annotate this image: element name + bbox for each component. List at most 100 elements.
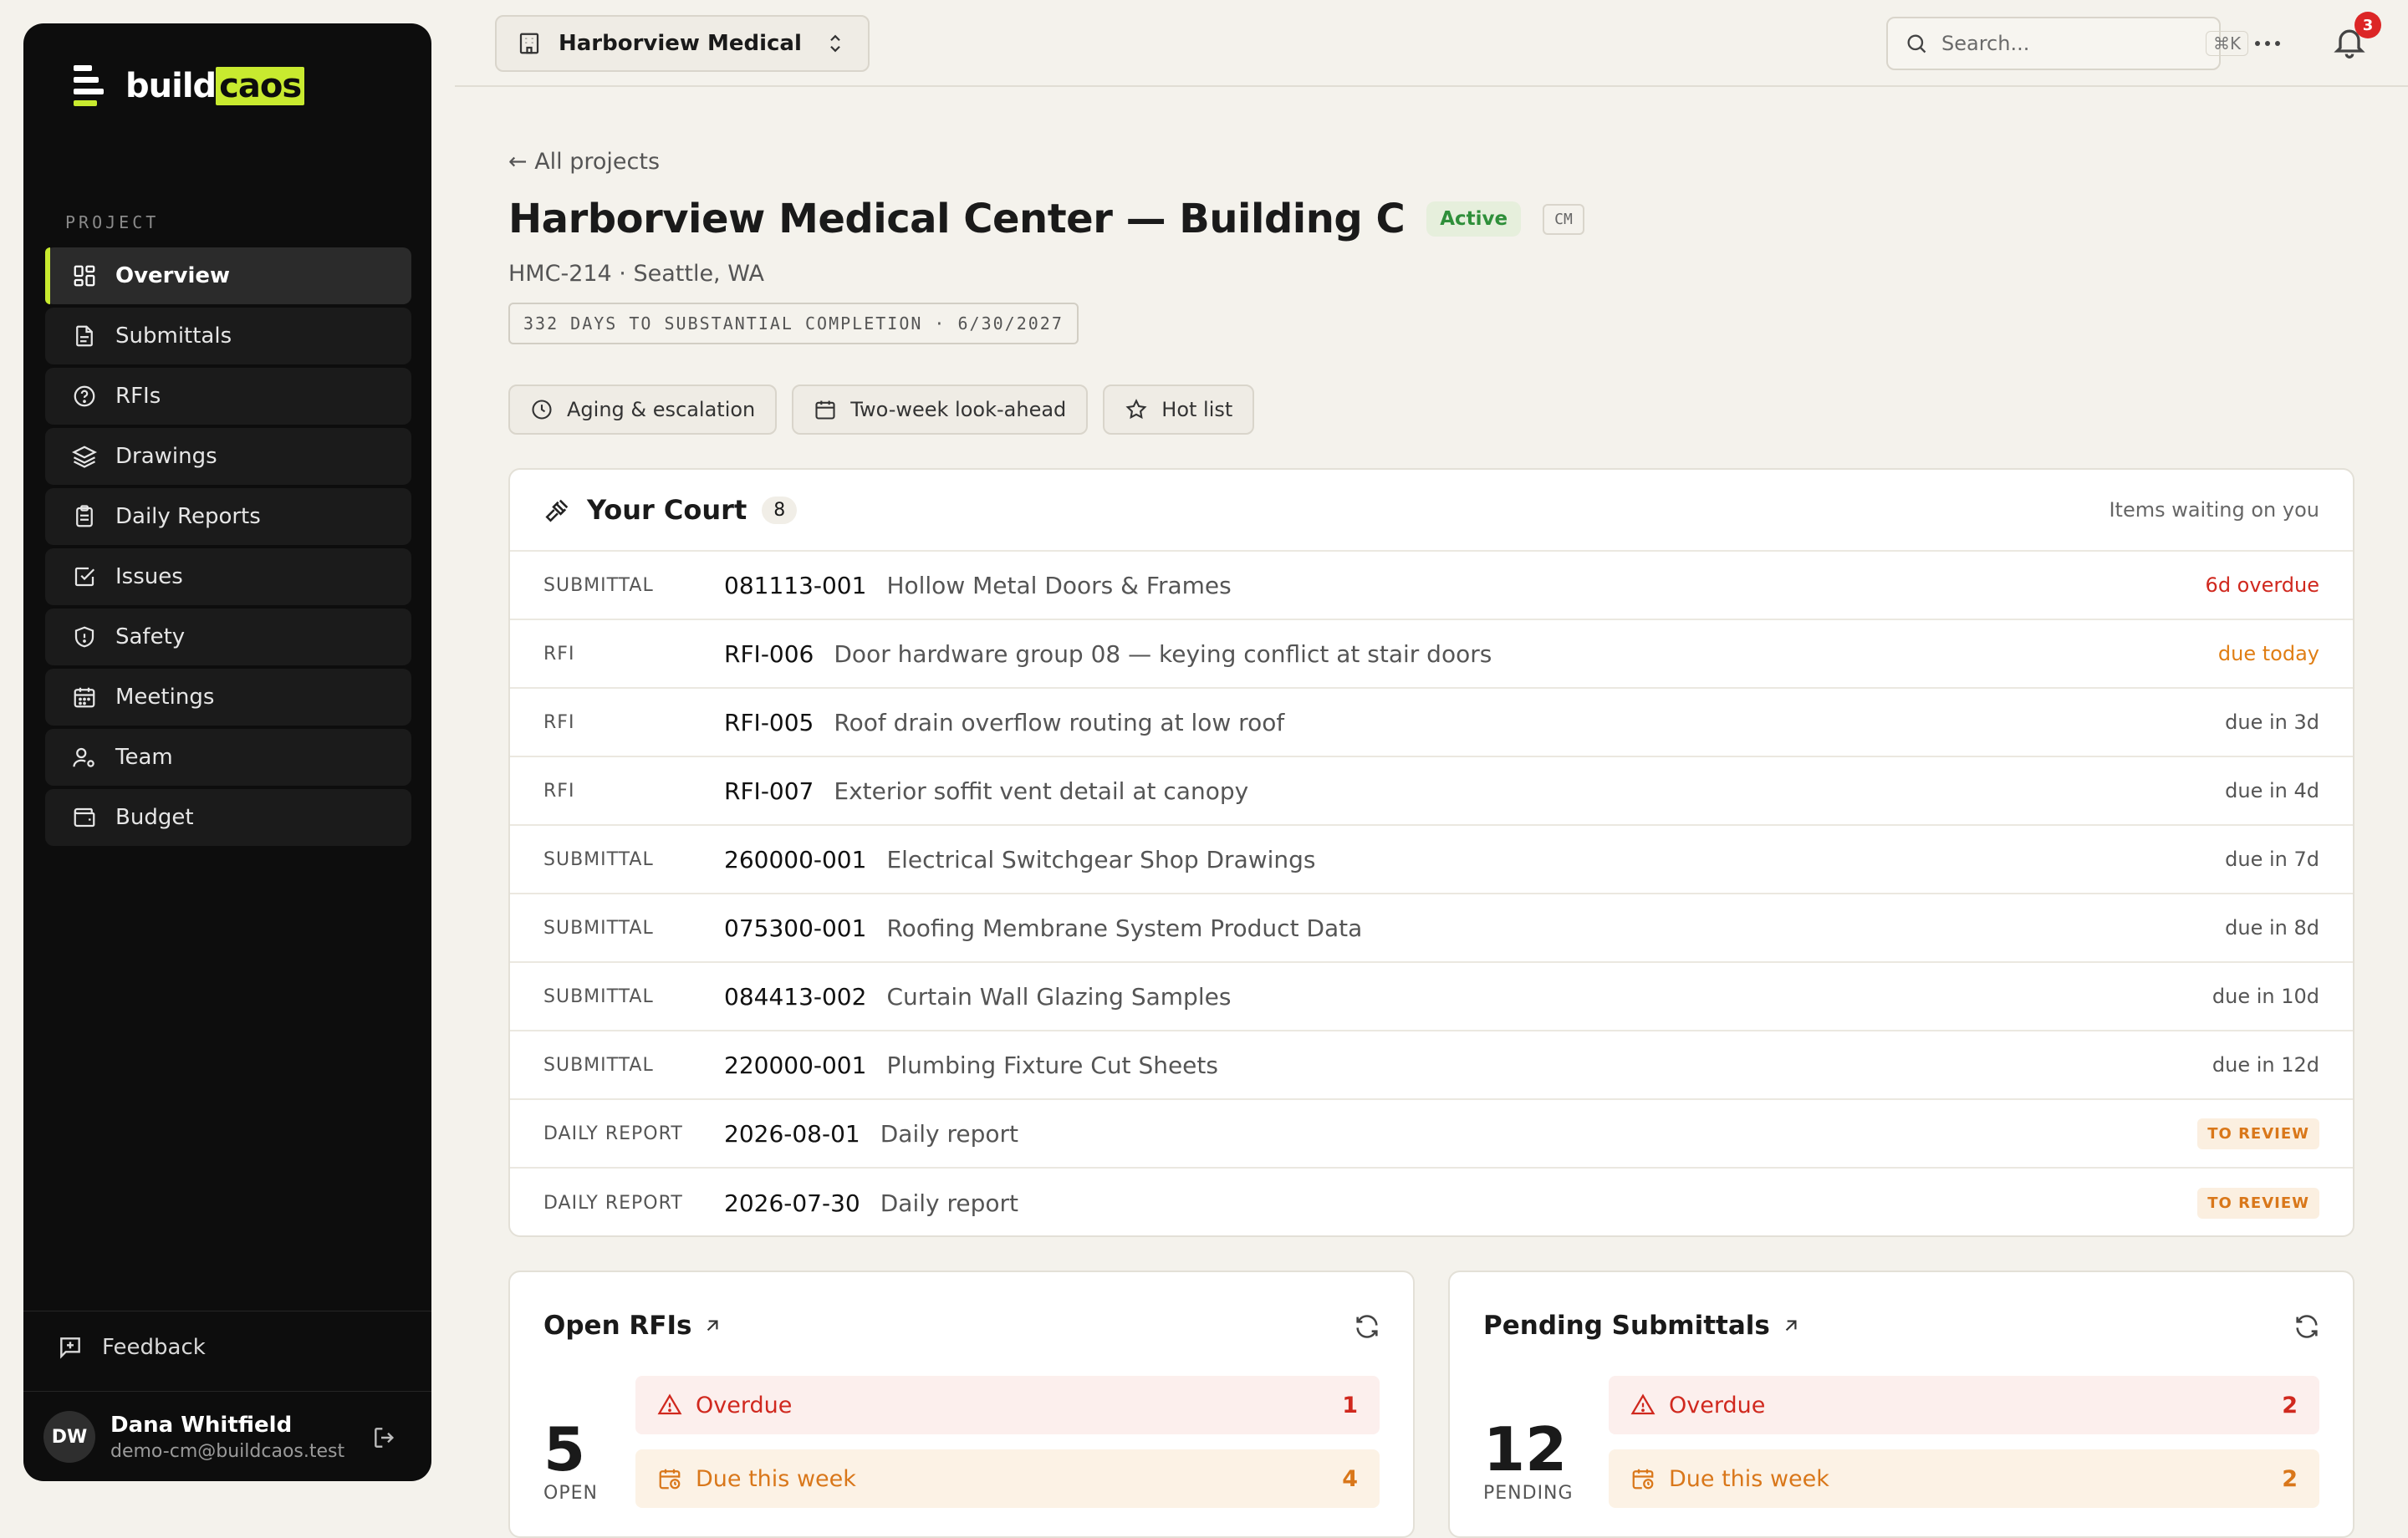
row-due: due in 8d [2225,916,2319,940]
overdue-row[interactable]: Overdue 1 [635,1376,1380,1434]
building-icon [519,33,539,54]
search-icon [1907,34,1926,53]
court-row[interactable]: DAILY REPORT 2026-07-30 Daily report TO … [510,1169,2353,1235]
sidebar-item-safety[interactable]: Safety [45,609,411,665]
due-this-week-row[interactable]: Due this week 4 [635,1449,1380,1508]
shield-icon [74,626,94,648]
card-title: Pending Submittals [1483,1311,1770,1341]
open-rfis-link[interactable]: Open RFIs [543,1311,723,1341]
court-row[interactable]: RFI RFI-005 Roof drain overflow routing … [510,689,2353,757]
sidebar-item-submittals[interactable]: Submittals [45,308,411,364]
row-type: DAILY REPORT [543,1123,683,1144]
row-description: Daily report [880,1119,1018,1148]
row-type: RFI [543,643,575,665]
row-due: due in 3d [2225,710,2319,734]
open-rfis-total-label: OPEN [543,1483,598,1504]
row-label: Due this week [1669,1465,1829,1492]
row-value: 1 [1342,1392,1358,1418]
pill-label: Hot list [1161,398,1233,421]
logout-icon[interactable] [371,1424,398,1451]
row-type: SUBMITTAL [543,985,654,1007]
search-shortcut: ⌘K [2206,31,2249,56]
warning-icon [657,1393,682,1415]
row-type: RFI [543,780,575,802]
court-row[interactable]: SUBMITTAL 084413-002 Curtain Wall Glazin… [510,963,2353,1031]
search-input[interactable] [1941,32,2192,55]
row-description: Roofing Membrane System Product Data [886,914,1363,942]
clipboard-icon [76,505,93,527]
arrow-up-right-icon [707,1320,718,1332]
sidebar-item-budget[interactable]: Budget [45,789,411,846]
warning-icon [1630,1393,1656,1415]
sidebar-item-daily-reports[interactable]: Daily Reports [45,488,411,545]
row-description: Exterior soffit vent detail at canopy [834,777,1249,805]
sidebar-item-drawings[interactable]: Drawings [45,428,411,485]
logo-text: build caos [125,66,305,105]
refresh-icon[interactable] [1353,1312,1381,1341]
row-type: SUBMITTAL [543,574,654,596]
court-row[interactable]: RFI RFI-007 Exterior soffit vent detail … [510,757,2353,826]
row-label: Overdue [696,1392,793,1418]
more-options-icon[interactable] [2251,28,2284,59]
row-type: SUBMITTAL [543,917,654,939]
aging-escalation-button[interactable]: Aging & escalation [508,384,778,435]
row-description: Daily report [880,1189,1018,1217]
sidebar-item-meetings[interactable]: Meetings [45,669,411,726]
stat-rows: Overdue 2 Due this week 2 [1609,1376,2319,1523]
check-square-icon [74,567,95,587]
project-switcher[interactable]: Harborview Medical C... [495,15,870,72]
court-row[interactable]: SUBMITTAL 260000-001 Electrical Switchge… [510,826,2353,894]
row-type: SUBMITTAL [543,1054,654,1076]
completion-countdown: 332 DAYS TO SUBSTANTIAL COMPLETION · 6/3… [508,303,1079,344]
row-due: due in 12d [2212,1053,2319,1077]
your-court-card: Your Court 8 Items waiting on you SUBMIT… [508,468,2354,1237]
row-due: due today [2217,642,2319,665]
row-value: 2 [2282,1465,2298,1492]
row-review-badge: TO REVIEW [2197,1187,2319,1219]
arrow-up-right-icon [1785,1320,1797,1332]
due-this-week-row[interactable]: Due this week 2 [1609,1449,2319,1508]
project-switcher-label: Harborview Medical C... [559,31,806,56]
document-icon [76,325,93,347]
pill-label: Aging & escalation [567,398,756,421]
card-title: Open RFIs [543,1311,692,1341]
user-gear-icon [73,747,94,767]
court-row[interactable]: SUBMITTAL 220000-001 Plumbing Fixture Cu… [510,1031,2353,1100]
row-description: Curtain Wall Glazing Samples [886,982,1232,1011]
avatar[interactable]: DW [43,1411,95,1463]
court-row[interactable]: DAILY REPORT 2026-08-01 Daily report TO … [510,1100,2353,1169]
back-to-projects-link[interactable]: ← All projects [508,149,660,175]
sidebar-item-label: Budget [115,805,194,830]
calendar-icon [74,687,95,708]
court-row[interactable]: RFI RFI-006 Door hardware group 08 — key… [510,620,2353,689]
sidebar-item-issues[interactable]: Issues [45,548,411,605]
question-circle-icon [74,385,95,407]
sidebar-item-rfis[interactable]: RFIs [45,368,411,425]
row-value: 4 [1342,1465,1358,1492]
hot-list-button[interactable]: Hot list [1103,384,1255,435]
court-row[interactable]: SUBMITTAL 075300-001 Roofing Membrane Sy… [510,894,2353,963]
sidebar-item-label: Safety [115,624,186,649]
two-week-lookahead-button[interactable]: Two-week look-ahead [792,384,1089,435]
pending-submittals-link[interactable]: Pending Submittals [1483,1311,1802,1341]
row-type: SUBMITTAL [543,848,654,870]
wallet-icon [74,807,95,828]
sidebar-item-label: Overview [115,263,231,288]
row-due: due in 4d [2225,779,2319,802]
row-type: RFI [543,711,575,733]
role-badge: CM [1543,203,1584,235]
sidebar-item-overview[interactable]: Overview [45,247,411,304]
feedback-button[interactable]: Feedback [57,1334,206,1361]
row-description: Electrical Switchgear Shop Drawings [886,845,1316,873]
row-id: 220000-001 [724,1051,867,1079]
overdue-row[interactable]: Overdue 2 [1609,1376,2319,1434]
sidebar-item-label: Daily Reports [115,504,261,529]
row-description: Door hardware group 08 — keying conflict… [834,639,1492,668]
logo[interactable]: build caos [74,65,305,106]
sidebar-item-team[interactable]: Team [45,729,411,786]
grid-icon [74,265,95,287]
row-id: 260000-001 [724,845,867,873]
refresh-icon[interactable] [2293,1312,2321,1341]
court-row[interactable]: SUBMITTAL 081113-001 Hollow Metal Doors … [510,552,2353,620]
row-id: 075300-001 [724,914,867,942]
